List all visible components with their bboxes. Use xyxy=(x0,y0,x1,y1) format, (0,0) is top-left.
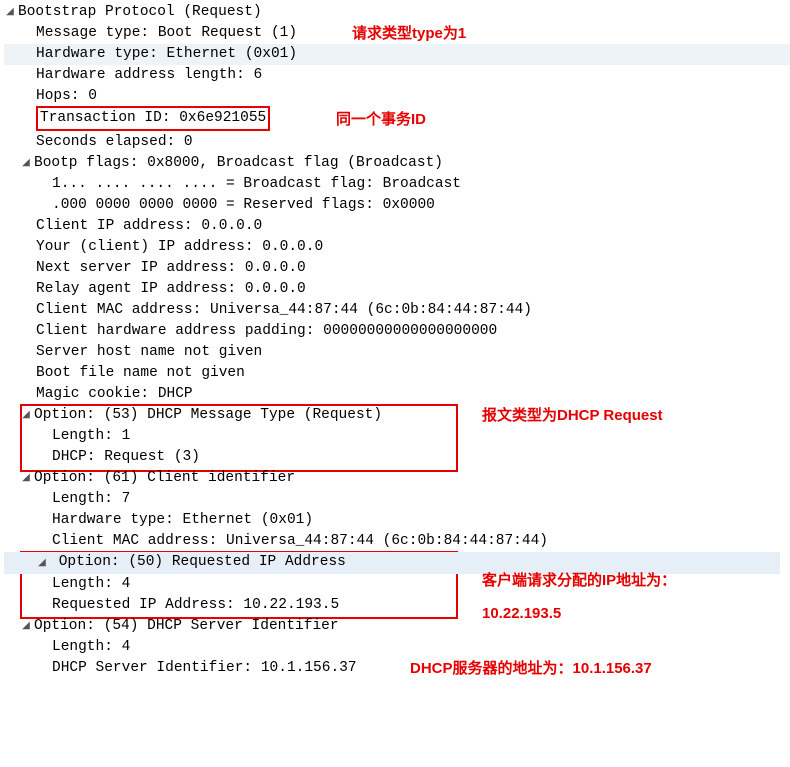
field-opt61-len[interactable]: Length: 7 xyxy=(4,489,786,510)
field-opt61-mac[interactable]: Client MAC address: Universa_44:87:44 (6… xyxy=(4,531,786,552)
field-bfile[interactable]: Boot file name not given xyxy=(4,363,786,384)
field-label: Option: (53) DHCP Message Type (Request) xyxy=(34,405,382,426)
field-opt50-val[interactable]: Requested IP Address: 10.22.193.5 10.22.… xyxy=(4,595,786,616)
field-label: Option: (61) Client identifier xyxy=(34,468,295,489)
field-flags[interactable]: ◢ Bootp flags: 0x8000, Broadcast flag (B… xyxy=(4,153,786,174)
field-label: Your (client) IP address: 0.0.0.0 xyxy=(36,237,323,258)
field-label: Hardware type: Ethernet (0x01) xyxy=(36,46,297,62)
field-sname[interactable]: Server host name not given xyxy=(4,342,786,363)
box-txid: Transaction ID: 0x6e921055 xyxy=(36,106,270,131)
field-opt53-len[interactable]: Length: 1 xyxy=(4,426,786,447)
field-label: Transaction ID: 0x6e921055 xyxy=(40,110,266,126)
field-label: Bootstrap Protocol (Request) xyxy=(18,2,262,23)
annotation-type1: 请求类型type为1 xyxy=(352,23,466,44)
toggle-icon[interactable]: ◢ xyxy=(20,468,32,489)
field-label: .000 0000 0000 0000 = Reserved flags: 0x… xyxy=(52,195,435,216)
field-label: Seconds elapsed: 0 xyxy=(36,132,193,153)
field-label: Length: 7 xyxy=(52,489,130,510)
field-label: Client MAC address: Universa_44:87:44 (6… xyxy=(36,300,532,321)
field-label: Client MAC address: Universa_44:87:44 (6… xyxy=(52,531,548,552)
field-txid[interactable]: Transaction ID: 0x6e921055 同一个事务ID xyxy=(4,107,786,132)
field-ciaddr[interactable]: Client IP address: 0.0.0.0 xyxy=(4,216,786,237)
field-label: 1... .... .... .... = Broadcast flag: Br… xyxy=(52,174,461,195)
field-label: Length: 1 xyxy=(52,426,130,447)
field-label: Option: (54) DHCP Server Identifier xyxy=(34,616,339,637)
field-hops[interactable]: Hops: 0 xyxy=(4,86,786,107)
field-yiaddr[interactable]: Your (client) IP address: 0.0.0.0 xyxy=(4,237,786,258)
field-label: Client hardware address padding: 0000000… xyxy=(36,321,497,342)
toggle-icon[interactable]: ◢ xyxy=(4,2,16,23)
field-cookie[interactable]: Magic cookie: DHCP xyxy=(4,384,786,405)
field-label: Hops: 0 xyxy=(36,86,97,107)
field-chpad[interactable]: Client hardware address padding: 0000000… xyxy=(4,321,786,342)
field-chaddr[interactable]: Client MAC address: Universa_44:87:44 (6… xyxy=(4,300,786,321)
field-label: Length: 4 xyxy=(52,574,130,595)
field-opt54-len[interactable]: Length: 4 xyxy=(4,637,786,658)
field-hw-len[interactable]: Hardware address length: 6 xyxy=(4,65,786,86)
field-flag-bc[interactable]: 1... .... .... .... = Broadcast flag: Br… xyxy=(4,174,786,195)
field-giaddr[interactable]: Relay agent IP address: 0.0.0.0 xyxy=(4,279,786,300)
annotation-txid: 同一个事务ID xyxy=(336,109,426,130)
field-opt50-len[interactable]: Length: 4 客户端请求分配的IP地址为： xyxy=(4,574,786,595)
field-opt54-val[interactable]: DHCP Server Identifier: 10.1.156.37 DHCP… xyxy=(4,658,786,679)
field-label: Magic cookie: DHCP xyxy=(36,384,193,405)
field-opt61[interactable]: ◢ Option: (61) Client identifier xyxy=(4,468,786,489)
field-label: Hardware type: Ethernet (0x01) xyxy=(52,510,313,531)
field-label: Client IP address: 0.0.0.0 xyxy=(36,216,262,237)
annotation-server: DHCP服务器的地址为：10.1.156.37 xyxy=(410,658,652,679)
field-opt54[interactable]: ◢ Option: (54) DHCP Server Identifier xyxy=(4,616,786,637)
annotation-reqip1: 客户端请求分配的IP地址为： xyxy=(482,570,676,591)
tree-root[interactable]: ◢ Bootstrap Protocol (Request) xyxy=(4,2,786,23)
field-label: Hardware address length: 6 xyxy=(36,65,262,86)
field-label: Server host name not given xyxy=(36,342,262,363)
field-siaddr[interactable]: Next server IP address: 0.0.0.0 xyxy=(4,258,786,279)
toggle-icon[interactable]: ◢ xyxy=(20,405,32,426)
field-opt61-hw[interactable]: Hardware type: Ethernet (0x01) xyxy=(4,510,786,531)
field-opt53-val[interactable]: DHCP: Request (3) xyxy=(4,447,786,468)
field-secs[interactable]: Seconds elapsed: 0 xyxy=(4,132,786,153)
toggle-icon[interactable]: ◢ xyxy=(36,553,48,574)
field-label: Boot file name not given xyxy=(36,363,245,384)
annotation-req: 报文类型为DHCP Request xyxy=(482,405,663,426)
field-hw-type[interactable]: Hardware type: Ethernet (0x01) xyxy=(4,44,790,65)
field-label: Relay agent IP address: 0.0.0.0 xyxy=(36,279,306,300)
field-label: Option: (50) Requested IP Address xyxy=(59,554,346,570)
field-opt53[interactable]: ◢ Option: (53) DHCP Message Type (Reques… xyxy=(4,405,786,426)
field-label: Bootp flags: 0x8000, Broadcast flag (Bro… xyxy=(34,153,443,174)
toggle-icon[interactable]: ◢ xyxy=(20,153,32,174)
field-flag-res[interactable]: .000 0000 0000 0000 = Reserved flags: 0x… xyxy=(4,195,786,216)
field-label: Message type: Boot Request (1) xyxy=(36,23,297,44)
field-label: DHCP Server Identifier: 10.1.156.37 xyxy=(52,658,357,679)
field-label: DHCP: Request (3) xyxy=(52,447,200,468)
toggle-icon[interactable]: ◢ xyxy=(20,616,32,637)
field-label: Next server IP address: 0.0.0.0 xyxy=(36,258,306,279)
field-label: Length: 4 xyxy=(52,637,130,658)
field-label: Requested IP Address: 10.22.193.5 xyxy=(52,595,339,616)
field-message-type[interactable]: Message type: Boot Request (1) 请求类型type为… xyxy=(4,23,786,44)
